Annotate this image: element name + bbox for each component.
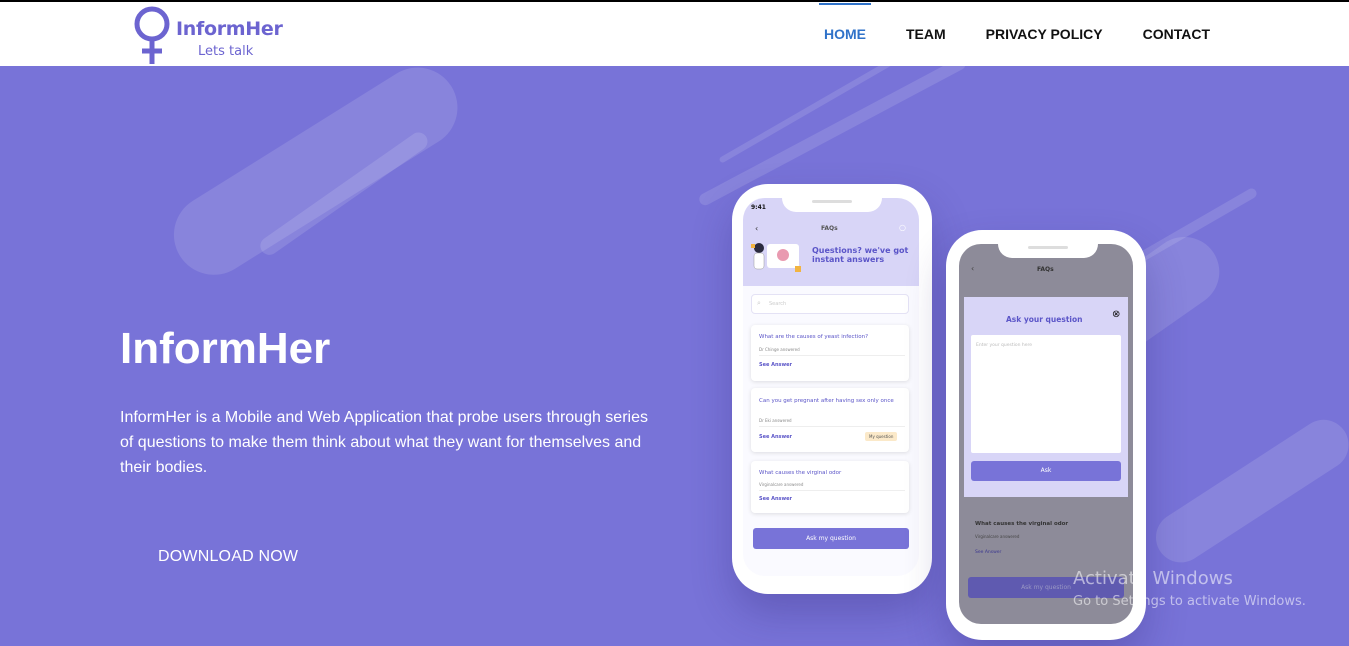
- see-answer-link[interactable]: See Answer: [759, 496, 792, 502]
- back-icon[interactable]: ‹: [971, 264, 974, 273]
- female-symbol-icon: [134, 6, 170, 64]
- logo-name: InformHer: [176, 18, 283, 40]
- nav-team[interactable]: TEAM: [906, 2, 946, 66]
- textarea-placeholder: Enter your question here: [976, 343, 1033, 348]
- faq-question: What causes the virginal odor: [975, 521, 1069, 527]
- close-icon[interactable]: ⊗: [1112, 309, 1120, 320]
- faq-banner-text: Questions? we've got instant answers: [812, 246, 909, 264]
- nav-contact[interactable]: CONTACT: [1143, 2, 1210, 66]
- my-question-badge: My question: [865, 432, 898, 441]
- logo[interactable]: InformHer Lets talk: [130, 4, 290, 66]
- back-icon[interactable]: ‹: [755, 224, 758, 233]
- faq-card[interactable]: Can you get pregnant after having sex on…: [751, 388, 909, 452]
- divider: [759, 490, 905, 491]
- phone-mockup-faqs: 9:41 ‹ FAQs ○ Questions? we've got insta…: [732, 184, 932, 594]
- nav-privacy-policy[interactable]: PRIVACY POLICY: [986, 2, 1103, 66]
- search-icon: ⌕: [757, 299, 761, 307]
- divider: [759, 426, 905, 427]
- divider: [759, 355, 905, 356]
- phone-screen: ‹ FAQs Ask your question ⊗ Enter your qu…: [959, 244, 1133, 624]
- ask-button[interactable]: Ask: [971, 461, 1121, 481]
- bell-icon[interactable]: ○: [899, 223, 906, 232]
- screen-title: FAQs: [821, 225, 838, 232]
- windows-watermark-subtitle: Go to Settings to activate Windows.: [1073, 594, 1306, 609]
- hero-title: InformHer: [120, 324, 331, 373]
- nav-home[interactable]: HOME: [818, 2, 871, 66]
- search-input[interactable]: ⌕ Search: [751, 294, 909, 314]
- screen-title: FAQs: [1037, 266, 1054, 273]
- faq-card[interactable]: What are the causes of yeast infection? …: [751, 325, 909, 381]
- download-now-button[interactable]: DOWNLOAD NOW: [158, 548, 298, 566]
- faq-answered-by: Virginalcare answered: [759, 482, 804, 487]
- see-answer-link[interactable]: See Answer: [759, 434, 792, 440]
- windows-watermark-title: Activate Windows: [1073, 568, 1233, 589]
- hero-section: InformHer InformHer is a Mobile and Web …: [0, 66, 1349, 646]
- decor-stripe: [718, 66, 921, 164]
- modal-title: Ask your question: [1006, 315, 1083, 324]
- decor-stripe: [1146, 410, 1349, 572]
- faq-question: What are the causes of yeast infection?: [759, 334, 869, 340]
- site-header: InformHer Lets talk HOME TEAM PRIVACY PO…: [0, 2, 1349, 66]
- question-textarea[interactable]: Enter your question here: [971, 335, 1121, 453]
- phone-notch: [782, 194, 882, 212]
- faq-question: Can you get pregnant after having sex on…: [759, 398, 894, 404]
- faq-answered-by: Dr Chinge answered: [759, 347, 800, 352]
- search-placeholder: Search: [769, 301, 787, 307]
- ask-my-question-button[interactable]: Ask my question: [753, 528, 909, 549]
- see-answer-link: See Answer: [975, 550, 1002, 555]
- ask-question-modal: Ask your question ⊗ Enter your question …: [964, 297, 1128, 497]
- phone-notch: [998, 240, 1098, 258]
- see-answer-link[interactable]: See Answer: [759, 362, 792, 368]
- phone-screen: 9:41 ‹ FAQs ○ Questions? we've got insta…: [743, 198, 919, 576]
- faq-answered-by: Virginalcare answered: [975, 534, 1020, 539]
- faq-answered-by: Dr Eki answered: [759, 418, 792, 423]
- faq-question: What causes the virginal odor: [759, 470, 842, 476]
- main-nav: HOME TEAM PRIVACY POLICY CONTACT: [784, 2, 1210, 66]
- hero-description: InformHer is a Mobile and Web Applicatio…: [120, 409, 648, 476]
- faq-card[interactable]: What causes the virginal odor Virginalca…: [751, 461, 909, 513]
- doctor-illustration-icon: [751, 243, 801, 272]
- logo-tagline: Lets talk: [198, 44, 254, 59]
- status-time: 9:41: [751, 204, 766, 211]
- decor-stripe: [158, 66, 473, 290]
